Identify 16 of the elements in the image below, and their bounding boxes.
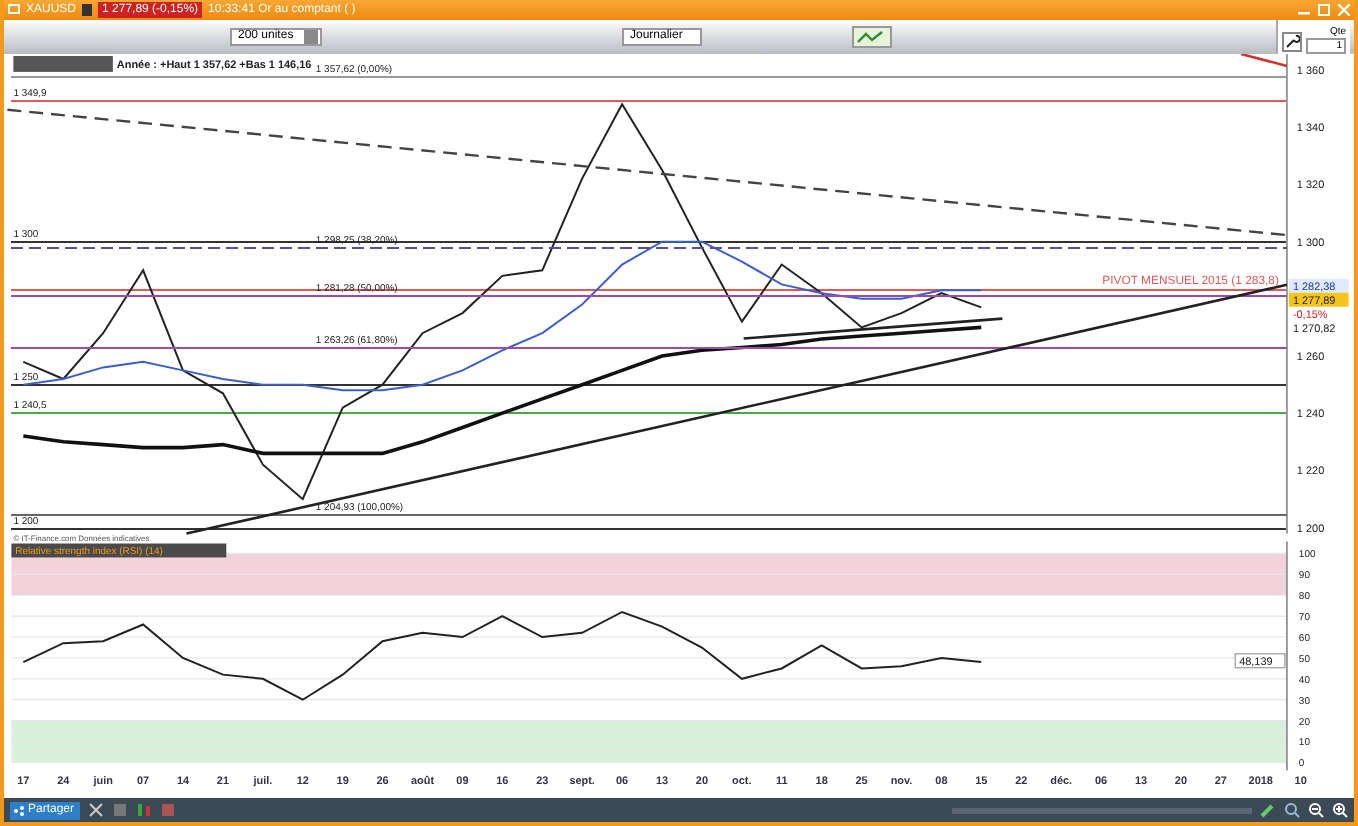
chart-tools-bar[interactable] bbox=[13, 55, 113, 72]
wrench-icon[interactable] bbox=[1282, 31, 1302, 52]
window-icon bbox=[8, 4, 20, 15]
trend-line bbox=[1240, 53, 1288, 68]
flag-icon bbox=[82, 3, 93, 16]
close-button[interactable] bbox=[1336, 2, 1350, 17]
candles-icon[interactable] bbox=[136, 802, 153, 819]
zoom-out-icon[interactable] bbox=[1308, 802, 1324, 819]
share-icon bbox=[14, 805, 24, 816]
fit-zoom-icon[interactable] bbox=[1284, 802, 1300, 819]
grid-icon[interactable] bbox=[112, 802, 129, 819]
zoom-in-icon[interactable] bbox=[1332, 802, 1348, 819]
chart-type-icon[interactable] bbox=[852, 25, 892, 48]
maximize-button[interactable] bbox=[1316, 2, 1330, 17]
pencil-icon[interactable] bbox=[1260, 802, 1276, 819]
network-icon[interactable] bbox=[88, 802, 105, 819]
